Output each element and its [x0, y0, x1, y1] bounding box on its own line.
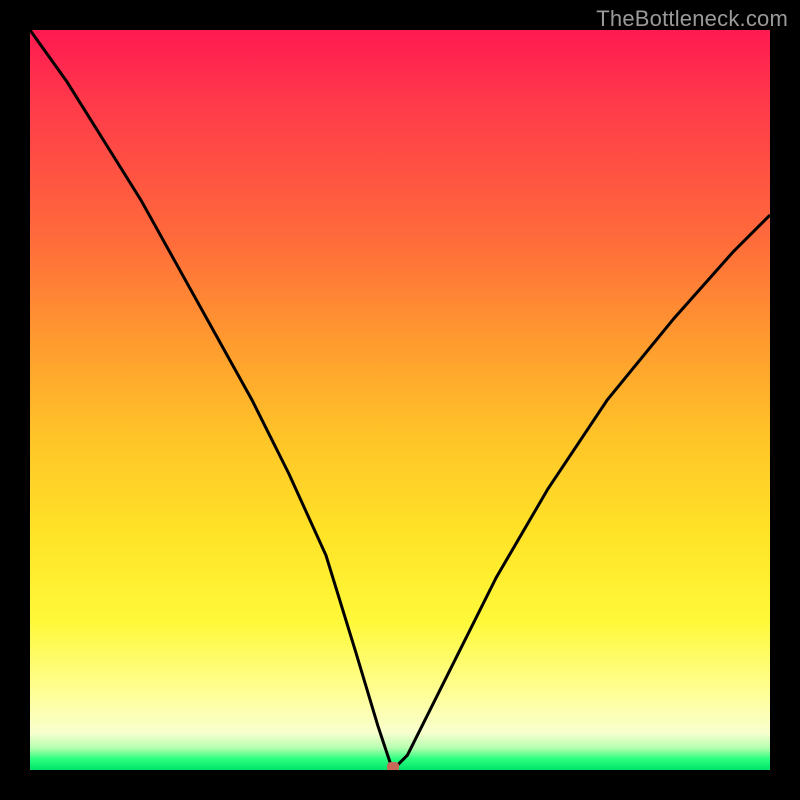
plot-area	[30, 30, 770, 770]
watermark-text: TheBottleneck.com	[596, 6, 788, 32]
minimum-marker	[387, 762, 399, 770]
background-gradient	[30, 30, 770, 770]
chart-frame: TheBottleneck.com	[0, 0, 800, 800]
